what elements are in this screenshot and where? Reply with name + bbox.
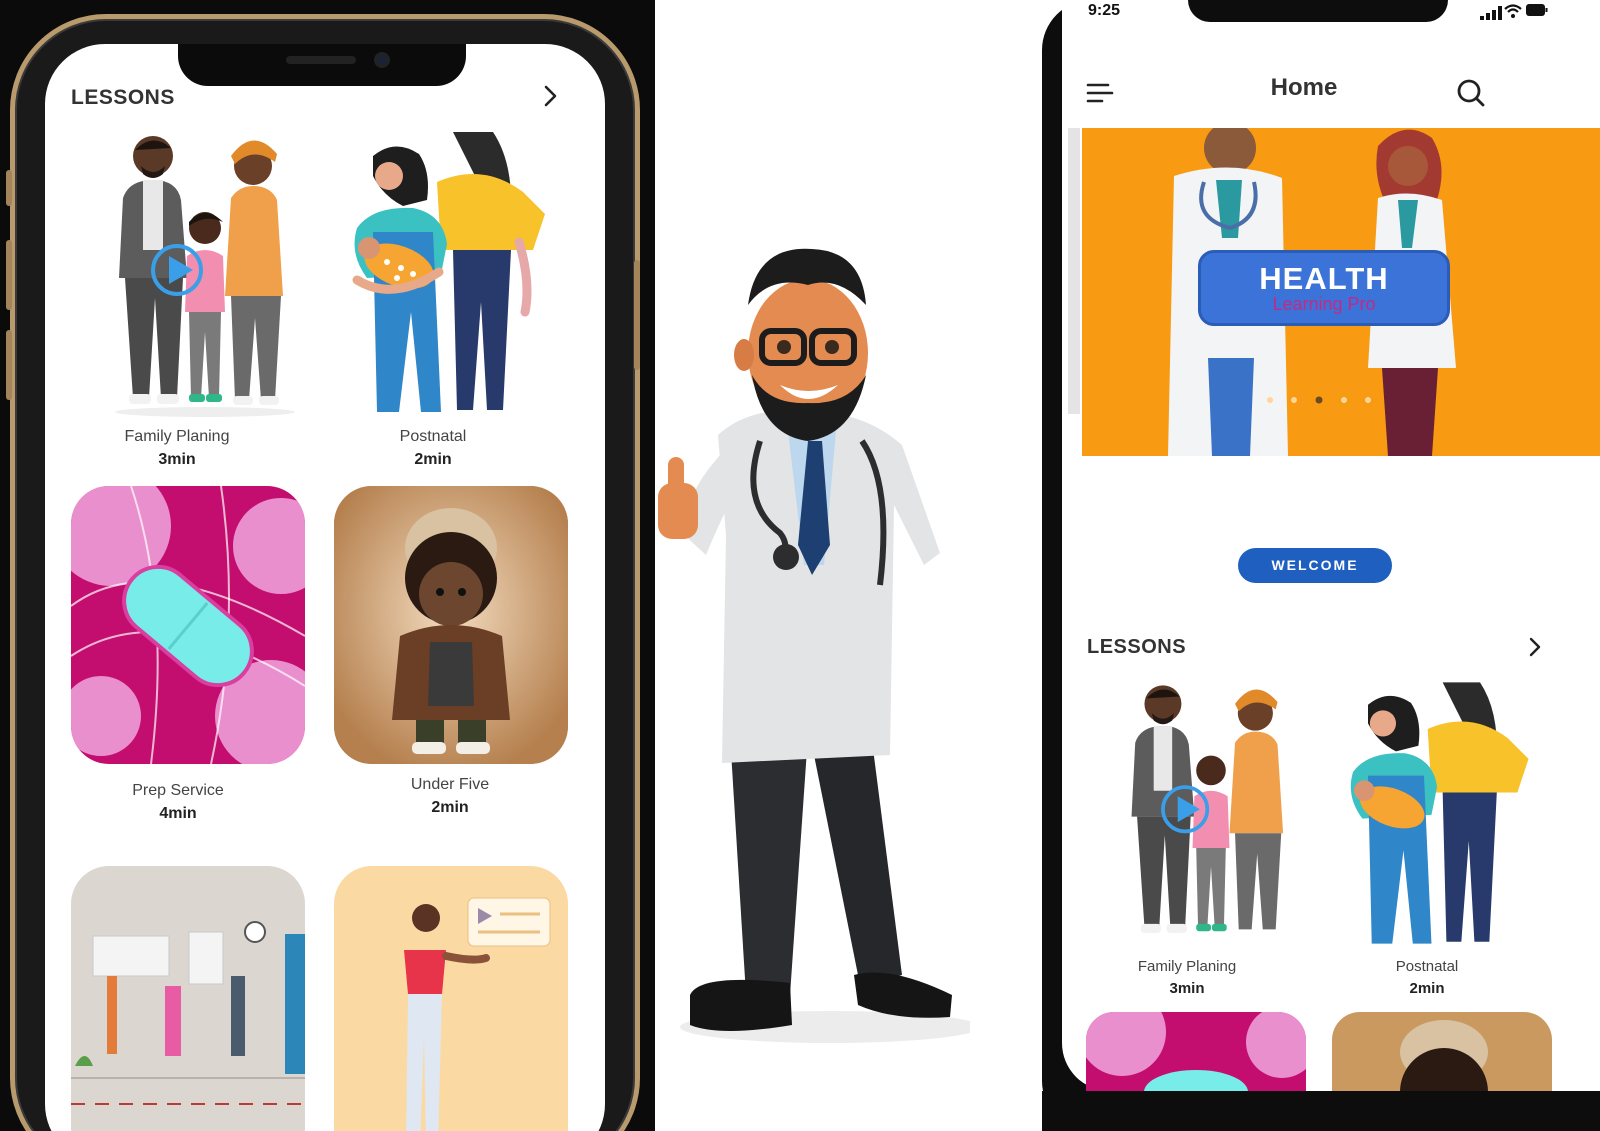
lesson-caption-postnatal: Postnatal 2min [353, 428, 513, 469]
lesson-card-under-five[interactable] [1332, 1012, 1552, 1091]
lesson-caption-family-planing: Family Planing 3min [97, 428, 257, 469]
left-phone-side-button [6, 240, 12, 310]
speaker-grille [286, 56, 356, 64]
family-planing-illustration[interactable] [105, 128, 305, 418]
welcome-button[interactable]: WELCOME [1238, 548, 1392, 583]
left-phone-side-button [6, 330, 12, 400]
menu-icon[interactable] [1086, 82, 1114, 104]
carousel-dot [1291, 397, 1297, 403]
left-phone-notch [178, 44, 466, 86]
lesson-name: Family Planing [1137, 958, 1237, 975]
postnatal-illustration[interactable] [1340, 682, 1536, 944]
lesson-duration: 3min [158, 451, 196, 468]
left-phone-screen: LESSONS Family Planing 3min Postnatal 2m… [45, 44, 605, 1131]
lesson-name: Family Planing [124, 428, 230, 445]
clinic-illustration [71, 921, 305, 1105]
banner-carousel-prev-edge [1068, 128, 1080, 414]
front-camera [374, 52, 390, 68]
postnatal-illustration[interactable] [343, 132, 553, 412]
lesson-card-prep-service[interactable] [71, 486, 305, 764]
lesson-name: Postnatal [399, 428, 467, 445]
lesson-duration: 3min [1169, 980, 1205, 997]
banner-title: HEALTH [1259, 261, 1389, 296]
pill-illustration [1086, 1012, 1306, 1091]
lesson-card-video[interactable] [334, 866, 568, 1131]
chevron-right-icon[interactable] [543, 84, 559, 108]
carousel-dot [1365, 397, 1371, 403]
lesson-duration: 2min [1409, 980, 1445, 997]
lesson-caption-family-planing: Family Planing 3min [1112, 958, 1262, 997]
lesson-card-clinic[interactable] [71, 866, 305, 1131]
lesson-duration: 4min [159, 805, 197, 822]
search-icon[interactable] [1456, 78, 1486, 108]
health-learning-pro-logo: HEALTH Learning Pro [1198, 250, 1450, 326]
carousel-dot [1267, 397, 1273, 403]
lesson-card-prep-service[interactable] [1086, 1012, 1306, 1091]
banner-subtitle: Learning Pro [1272, 294, 1376, 314]
doctor-character [658, 248, 970, 1043]
right-phone-bottom-bezel [1042, 1091, 1600, 1131]
lesson-name: Prep Service [132, 782, 224, 799]
carousel-dot [1341, 397, 1347, 403]
left-phone-side-button [6, 170, 12, 206]
wifi-icon [1504, 4, 1522, 18]
pill-illustration [71, 486, 305, 764]
lesson-caption-postnatal: Postnatal 2min [1352, 958, 1502, 997]
child-illustration [334, 486, 568, 764]
carousel-dot-active [1315, 396, 1323, 404]
lesson-name: Postnatal [1395, 958, 1459, 975]
child-illustration [1400, 1020, 1488, 1091]
status-time: 9:25 [1088, 2, 1121, 19]
lesson-caption-under-five: Under Five 2min [375, 776, 525, 817]
page-title: Home [1270, 74, 1338, 101]
signal-icon [1480, 6, 1502, 20]
lessons-section-title: LESSONS [1087, 636, 1187, 658]
video-lesson-illustration [404, 897, 551, 1131]
battery-icon [1526, 4, 1548, 16]
lesson-caption-prep-service: Prep Service 4min [103, 782, 253, 823]
right-phone-notch [1188, 0, 1448, 22]
lesson-name: Under Five [410, 776, 490, 793]
lessons-section-title: LESSONS [71, 86, 175, 109]
family-planing-illustration[interactable] [1118, 678, 1304, 946]
chevron-right-icon[interactable] [1528, 636, 1542, 658]
lesson-duration: 2min [431, 799, 469, 816]
lesson-duration: 2min [414, 451, 452, 468]
lesson-card-under-five[interactable] [334, 486, 568, 764]
